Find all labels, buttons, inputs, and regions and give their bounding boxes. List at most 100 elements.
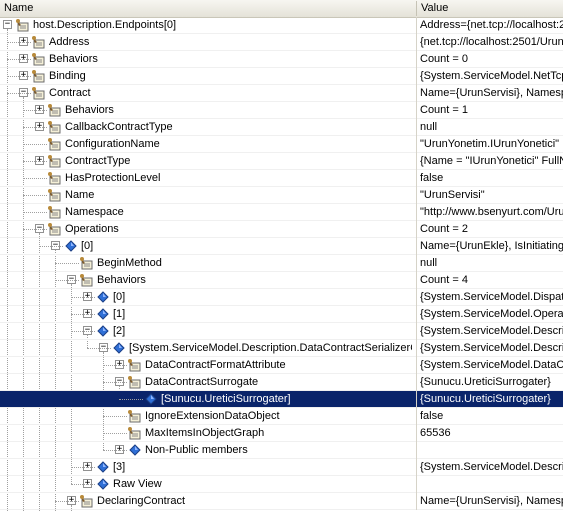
- column-divider: [416, 391, 417, 408]
- row-name: ConfigurationName: [65, 138, 160, 150]
- tree-connector: [119, 399, 143, 400]
- tree-row[interactable]: +Binding{System.ServiceModel.NetTcpBindi…: [0, 68, 563, 85]
- column-divider: [416, 493, 417, 510]
- tree-row[interactable]: − DataContractSurrogate {Sunucu.UreticiSur…: [0, 374, 563, 391]
- row-value[interactable]: {Name = "IUrunYonetici" FullName = "Urun…: [420, 153, 563, 170]
- tree-row[interactable]: MaxItemsInObjectGraph 65536: [0, 425, 563, 442]
- row-name: DataContractSurrogate: [145, 376, 259, 388]
- row-value[interactable]: false: [420, 170, 563, 187]
- tree-connector: [55, 280, 79, 281]
- tree-row[interactable]: + Behaviors Count = 1: [0, 102, 563, 119]
- column-divider: [416, 425, 417, 442]
- column-header-bar: Name Value: [0, 0, 563, 18]
- row-value[interactable]: [420, 476, 563, 493]
- row-value[interactable]: {System.ServiceModel.Description.DataCon…: [420, 323, 563, 340]
- name-column-header[interactable]: Name: [0, 0, 416, 17]
- row-value[interactable]: Name={UrunServisi}, Namespace={http://ww…: [420, 493, 563, 510]
- row-name: Binding: [49, 70, 86, 82]
- tree-row[interactable]: + DeclaringContract Name={UrunServisi}, Na…: [0, 493, 563, 510]
- column-divider: [416, 408, 417, 425]
- tree-connector: [71, 314, 95, 315]
- property-icon: [31, 69, 47, 84]
- row-name: Raw View: [113, 478, 162, 490]
- column-divider: [416, 119, 417, 136]
- column-divider: [416, 153, 417, 170]
- row-value[interactable]: [420, 442, 563, 459]
- tree-row[interactable]: BeginMethod null: [0, 255, 563, 272]
- column-divider: [416, 17, 417, 34]
- row-value[interactable]: Count = 1: [420, 102, 563, 119]
- tree-connector: [23, 161, 47, 162]
- row-name: Behaviors: [49, 53, 98, 65]
- row-name: [3]: [113, 461, 126, 473]
- property-icon: [79, 494, 95, 509]
- row-value[interactable]: "http://www.bsenyurt.com/UrunServisi": [420, 204, 563, 221]
- column-divider: [416, 136, 417, 153]
- tree-row[interactable]: −ContractName={UrunServisi}, Namespace={…: [0, 85, 563, 102]
- property-icon: [47, 171, 63, 186]
- row-value[interactable]: {Sunucu.UreticiSurrogater}: [420, 391, 563, 408]
- column-divider: [416, 238, 417, 255]
- row-name: [0]: [81, 240, 94, 252]
- value-column-header[interactable]: Value: [417, 0, 563, 17]
- row-value[interactable]: {System.ServiceModel.Dispatcher.Operatio…: [420, 289, 563, 306]
- column-divider: [416, 221, 417, 238]
- row-value[interactable]: {System.ServiceModel.NetTcpBinding}: [420, 68, 563, 85]
- tree-row[interactable]: ConfigurationName "UrunYonetim.IUrunYonet…: [0, 136, 563, 153]
- row-value[interactable]: Name={UrunEkle}, IsInitiating=True, IsTe…: [420, 238, 563, 255]
- row-value[interactable]: Name={UrunServisi}, Namespace={http://ww…: [420, 85, 563, 102]
- row-value[interactable]: null: [420, 255, 563, 272]
- tree-row[interactable]: − host.Description.Endpoints[0] Address={n…: [0, 17, 563, 34]
- property-icon: [47, 205, 63, 220]
- field-icon: [95, 324, 111, 339]
- property-icon: [31, 35, 47, 50]
- column-divider: [416, 323, 417, 340]
- tree-connector: [7, 93, 31, 94]
- row-name: Name: [65, 189, 95, 201]
- tree-connector: [7, 42, 31, 43]
- row-value[interactable]: "UrunServisi": [420, 187, 563, 204]
- tree-row[interactable]: − [System.ServiceModel.Description.DataCo…: [0, 340, 563, 357]
- row-value[interactable]: Count = 0: [420, 51, 563, 68]
- row-value[interactable]: "UrunYonetim.IUrunYonetici": [420, 136, 563, 153]
- tree-row[interactable]: +Address{net.tcp://localhost:2501/UrunSe…: [0, 34, 563, 51]
- tree-connector: [103, 416, 127, 417]
- row-value[interactable]: Count = 2: [420, 221, 563, 238]
- row-value[interactable]: false: [420, 408, 563, 425]
- row-value[interactable]: Count = 4: [420, 272, 563, 289]
- collapse-icon[interactable]: −: [3, 20, 12, 29]
- row-value[interactable]: {net.tcp://localhost:2501/UrunServisi}: [420, 34, 563, 51]
- row-value[interactable]: {System.ServiceModel.OperationBehaviorAt…: [420, 306, 563, 323]
- row-value[interactable]: 65536: [420, 425, 563, 442]
- tree-connector: [55, 501, 79, 502]
- tree-row[interactable]: −[0]Name={UrunEkle}, IsInitiating=True, …: [0, 238, 563, 255]
- row-value[interactable]: {System.ServiceModel.DataContractFormatA…: [420, 357, 563, 374]
- tree-row[interactable]: IgnoreExtensionDataObject false: [0, 408, 563, 425]
- tree-row[interactable]: Namespace "http://www.bsenyurt.com/UrunSe…: [0, 204, 563, 221]
- column-divider: [416, 272, 417, 289]
- column-divider: [416, 357, 417, 374]
- tree-connector: [23, 229, 47, 230]
- tree-row[interactable]: + Behaviors Count = 0: [0, 51, 563, 68]
- row-value[interactable]: {Sunucu.UreticiSurrogater}: [420, 374, 563, 391]
- tree-row[interactable]: + CallbackContractType null: [0, 119, 563, 136]
- row-value[interactable]: Address={net.tcp://localhost:2501/UrunSe…: [420, 17, 563, 34]
- column-divider: [416, 204, 417, 221]
- tree-row[interactable]: + Non-Public members: [0, 442, 563, 459]
- property-icon: [47, 137, 63, 152]
- tree-row[interactable]: − Behaviors Count = 4: [0, 272, 563, 289]
- tree-row[interactable]: + ContractType {Name = "IUrunYonetici" Ful…: [0, 153, 563, 170]
- tree-row[interactable]: HasProtectionLevel false: [0, 170, 563, 187]
- column-divider: [416, 68, 417, 85]
- tree-row[interactable]: − Operations Count = 2: [0, 221, 563, 238]
- property-icon: [31, 52, 47, 67]
- row-value[interactable]: {System.ServiceModel.Description.Operati…: [420, 459, 563, 476]
- tree-row[interactable]: [Sunucu.UreticiSurrogater] {Sunucu.Uretic…: [0, 391, 563, 408]
- row-value[interactable]: {System.ServiceModel.Description.DataCon…: [420, 340, 563, 357]
- tree-row[interactable]: Name "UrunServisi": [0, 187, 563, 204]
- row-name: host.Description.Endpoints[0]: [33, 19, 177, 31]
- watch-window-grid: Name Value − host.Description.Endpoints[0…: [0, 0, 563, 511]
- row-value[interactable]: null: [420, 119, 563, 136]
- tree-connector: [103, 382, 127, 383]
- tree-row[interactable]: + DataContractFormatAttribute {System.Serv…: [0, 357, 563, 374]
